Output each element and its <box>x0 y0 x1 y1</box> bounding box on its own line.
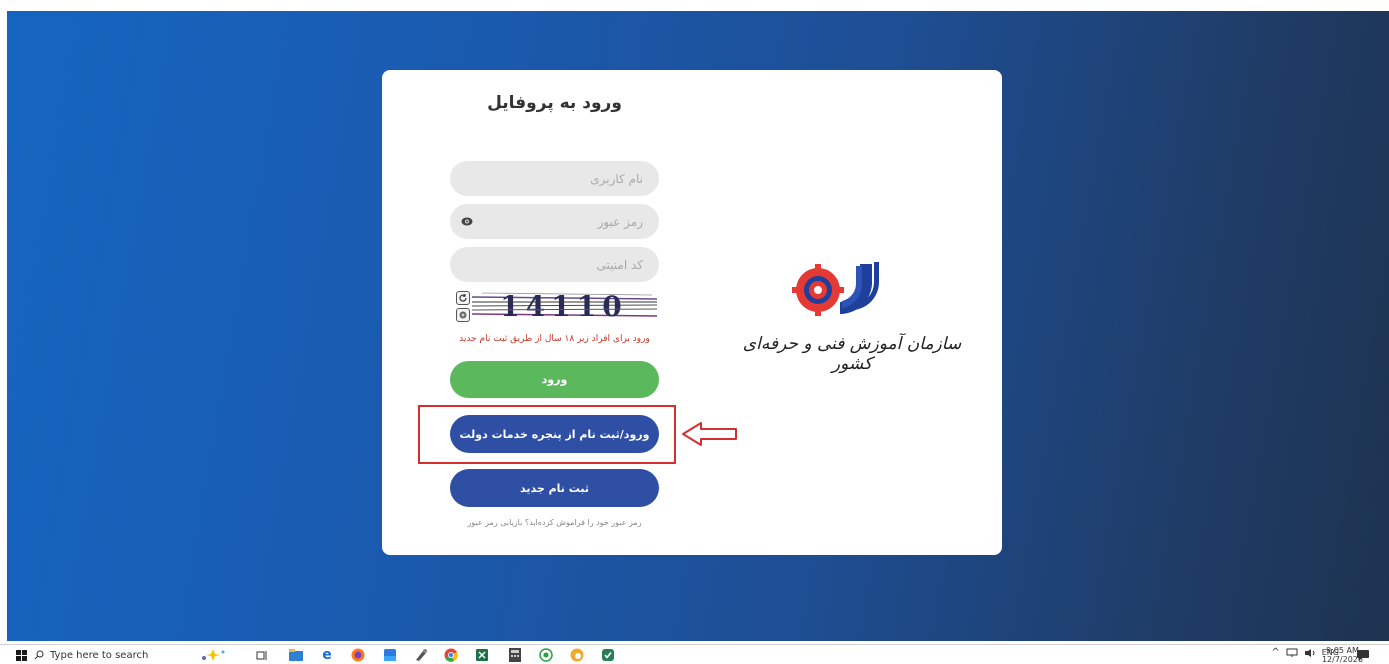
taskbar-search[interactable]: Type here to search <box>34 646 174 664</box>
firefox-icon[interactable] <box>351 648 365 662</box>
audio-icon[interactable] <box>456 308 470 322</box>
org-name: سازمان آموزش فنی و حرفه‌ای کشور <box>742 334 962 374</box>
age-note: ورود برای افراد زیر ۱۸ سال از طریق ثبت ن… <box>459 334 650 344</box>
network-icon[interactable] <box>1286 648 1298 658</box>
file-explorer-icon[interactable] <box>289 648 303 662</box>
windows-start-icon[interactable] <box>14 648 28 662</box>
search-icon <box>34 650 44 660</box>
taskbar: Type here to search e ^ ENG 9:05 AM 12/7… <box>0 644 1389 664</box>
eye-icon[interactable] <box>459 214 474 229</box>
forgot-password-link[interactable]: رمز عبور خود را فراموش کرده‌اید؟ بازیابی… <box>440 518 669 527</box>
arrow-left-icon <box>682 422 737 446</box>
username-input[interactable] <box>450 161 659 196</box>
highlight-box <box>418 405 676 464</box>
edge-legacy-icon[interactable]: e <box>320 647 334 663</box>
security-code-input[interactable] <box>450 247 659 282</box>
chevron-up-icon[interactable]: ^ <box>1271 647 1279 658</box>
captcha-image: 14110 <box>472 289 657 325</box>
password-input[interactable] <box>450 204 659 239</box>
store-icon[interactable] <box>383 648 397 662</box>
register-button[interactable]: ثبت نام جدید <box>450 469 659 507</box>
org-logo <box>792 262 879 316</box>
search-placeholder: Type here to search <box>50 649 149 661</box>
login-button[interactable]: ورود <box>450 361 659 398</box>
calculator-icon[interactable] <box>508 648 522 662</box>
paint-icon[interactable] <box>414 648 428 662</box>
refresh-icon[interactable] <box>456 291 470 305</box>
captcha-text: 14110 <box>500 290 627 323</box>
chrome-icon[interactable] <box>444 648 458 662</box>
task-view-icon[interactable] <box>255 648 269 662</box>
page-title: ورود به پروفایل <box>487 93 622 113</box>
volume-icon[interactable] <box>1304 648 1316 658</box>
excel-icon[interactable] <box>475 648 489 662</box>
edge-icon[interactable] <box>570 648 584 662</box>
notification-icon[interactable] <box>1356 648 1370 662</box>
security-check-icon[interactable] <box>601 648 615 662</box>
whatsapp-icon[interactable] <box>539 648 553 662</box>
sparkle-icon[interactable] <box>198 648 228 662</box>
